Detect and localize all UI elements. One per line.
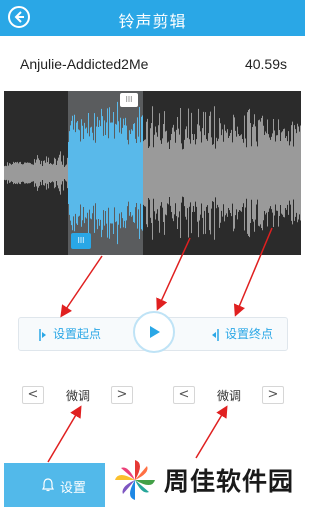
end-marker-icon [211,328,219,341]
end-handle[interactable]: lll [120,93,138,107]
play-button[interactable] [133,311,175,353]
annotation-arrow-start [60,255,103,318]
play-icon [150,326,160,338]
fine-tune-end-prev-button[interactable]: < [173,386,195,404]
watermark-text: 周佳软件园 [164,467,295,496]
fine-tune-start-prev-button[interactable]: < [22,386,44,404]
set-ringtone-button[interactable]: 设置 [4,463,105,507]
track-duration: 40.59s [244,56,287,72]
set-start-label: 设置起点 [53,327,102,341]
waveform-editor[interactable]: lll lll [4,91,301,255]
app-header: 铃声剪辑 [0,0,305,36]
start-marker-icon [39,328,46,341]
page-title: 铃声剪辑 [118,12,187,31]
pinwheel-logo-icon [115,460,155,500]
annotation-arrow-fine-right [195,405,228,459]
watermark-logo: 周佳软件园 [112,456,302,504]
set-start-button[interactable]: 设置起点 [39,318,101,350]
fine-tune-start-next-button[interactable]: > [111,386,133,404]
set-ringtone-label: 设置 [60,481,87,496]
set-end-label: 设置终点 [224,327,273,341]
annotation-arrow-fine-left [47,405,82,463]
waveform-graphic [4,101,301,245]
start-handle[interactable]: lll [71,233,91,249]
bell-icon [42,478,54,492]
selection-region[interactable] [68,91,143,255]
set-end-button[interactable]: 设置终点 [211,318,273,350]
fine-tune-end-label: 微调 [217,389,242,403]
fine-tune-end-next-button[interactable]: > [262,386,284,404]
track-name: Anjulie-Addicted2Me [20,56,149,72]
fine-tune-start-label: 微调 [66,389,91,403]
